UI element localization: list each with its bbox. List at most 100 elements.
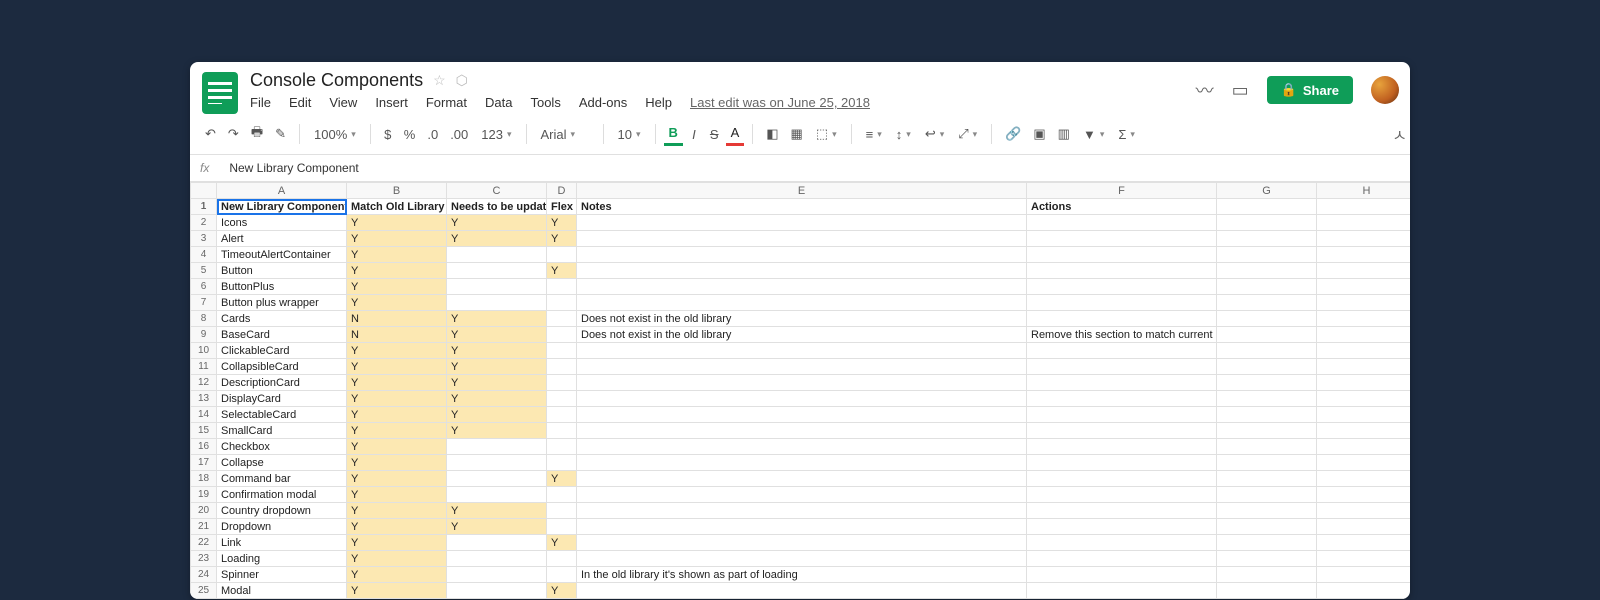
fill-color-icon[interactable]: ◧ <box>761 123 783 145</box>
menu-tools[interactable]: Tools <box>530 95 560 110</box>
cell[interactable] <box>1027 247 1217 263</box>
cell[interactable]: Y <box>447 391 547 407</box>
cell[interactable]: N <box>347 311 447 327</box>
cell[interactable] <box>1217 407 1317 423</box>
cell[interactable]: DisplayCard <box>217 391 347 407</box>
cell[interactable]: Checkbox <box>217 439 347 455</box>
cell[interactable]: ButtonPlus <box>217 279 347 295</box>
table-row[interactable]: 23LoadingY <box>191 551 1411 567</box>
cell[interactable] <box>547 503 577 519</box>
cell[interactable] <box>1217 263 1317 279</box>
cell[interactable]: Y <box>347 279 447 295</box>
table-row[interactable]: 16CheckboxY <box>191 439 1411 455</box>
cell[interactable]: Y <box>347 439 447 455</box>
cell[interactable] <box>1217 567 1317 583</box>
cell[interactable] <box>1217 359 1317 375</box>
cell[interactable] <box>447 535 547 551</box>
cell[interactable] <box>547 423 577 439</box>
percent-icon[interactable]: % <box>399 124 421 145</box>
cell[interactable] <box>577 343 1027 359</box>
cell[interactable]: Y <box>447 407 547 423</box>
cell[interactable] <box>1317 311 1411 327</box>
col-header[interactable]: C <box>447 183 547 199</box>
cell[interactable] <box>547 391 577 407</box>
menu-insert[interactable]: Insert <box>375 95 408 110</box>
cell[interactable] <box>1217 455 1317 471</box>
strike-button[interactable]: S <box>705 124 724 145</box>
cell[interactable] <box>1317 215 1411 231</box>
cell[interactable] <box>1217 487 1317 503</box>
cell[interactable] <box>577 551 1027 567</box>
menu-addons[interactable]: Add-ons <box>579 95 627 110</box>
cell[interactable] <box>577 455 1027 471</box>
cell[interactable]: In the old library it's shown as part of… <box>577 567 1027 583</box>
cell[interactable] <box>1317 551 1411 567</box>
cell[interactable]: Y <box>347 535 447 551</box>
cell[interactable]: Y <box>347 455 447 471</box>
menu-file[interactable]: File <box>250 95 271 110</box>
cell[interactable] <box>1027 423 1217 439</box>
cell[interactable] <box>1217 231 1317 247</box>
cell[interactable]: Link <box>217 535 347 551</box>
font-size-select[interactable]: 10 <box>612 124 647 145</box>
cell[interactable] <box>1217 247 1317 263</box>
cell[interactable] <box>447 471 547 487</box>
cell[interactable] <box>447 455 547 471</box>
cell[interactable] <box>577 295 1027 311</box>
menu-edit[interactable]: Edit <box>289 95 311 110</box>
cell[interactable] <box>1217 583 1317 599</box>
table-row[interactable]: 14 SelectableCardYY <box>191 407 1411 423</box>
cell[interactable] <box>1027 311 1217 327</box>
table-row[interactable]: 10 ClickableCardYY <box>191 343 1411 359</box>
cell[interactable]: Y <box>347 583 447 599</box>
col-header[interactable]: B <box>347 183 447 199</box>
dec-increase-icon[interactable]: .00 <box>445 124 473 145</box>
table-row[interactable]: 6 ButtonPlusY <box>191 279 1411 295</box>
cell[interactable] <box>547 343 577 359</box>
table-row[interactable]: 2IconsYYY <box>191 215 1411 231</box>
cell[interactable] <box>547 551 577 567</box>
cell[interactable]: Y <box>347 407 447 423</box>
row-header[interactable]: 8 <box>191 311 217 327</box>
cell[interactable]: Y <box>447 231 547 247</box>
cell[interactable]: Match Old Library <box>347 199 447 215</box>
cell[interactable] <box>577 535 1027 551</box>
table-row[interactable]: 4 TimeoutAlertContainerY <box>191 247 1411 263</box>
cell[interactable]: Y <box>447 311 547 327</box>
cell[interactable] <box>1317 535 1411 551</box>
dec-decrease-icon[interactable]: .0 <box>422 124 443 145</box>
cell[interactable]: Y <box>347 343 447 359</box>
cell[interactable]: Confirmation modal <box>217 487 347 503</box>
cell[interactable] <box>1317 327 1411 343</box>
cell[interactable]: Y <box>347 215 447 231</box>
cell[interactable]: SmallCard <box>217 423 347 439</box>
cell[interactable] <box>577 247 1027 263</box>
table-row[interactable]: 15 SmallCardYY <box>191 423 1411 439</box>
cell[interactable]: Y <box>447 503 547 519</box>
cell[interactable] <box>547 247 577 263</box>
cell[interactable] <box>1217 503 1317 519</box>
cell[interactable]: Y <box>347 471 447 487</box>
cell[interactable]: Modal <box>217 583 347 599</box>
cell[interactable]: Command bar <box>217 471 347 487</box>
cell[interactable] <box>1027 375 1217 391</box>
row-header[interactable]: 14 <box>191 407 217 423</box>
more-formats[interactable]: 123 <box>475 124 517 145</box>
row-header[interactable]: 21 <box>191 519 217 535</box>
v-align-icon[interactable]: ↕ <box>890 124 917 145</box>
row-header[interactable]: 22 <box>191 535 217 551</box>
share-button[interactable]: 🔒 Share <box>1267 76 1353 104</box>
cell[interactable] <box>1317 295 1411 311</box>
wrap-icon[interactable]: ↩ <box>919 123 950 145</box>
cell[interactable] <box>1027 263 1217 279</box>
row-header[interactable]: 24 <box>191 567 217 583</box>
cell[interactable] <box>1027 551 1217 567</box>
cell[interactable] <box>447 583 547 599</box>
cell[interactable]: Remove this section to match current lib… <box>1027 327 1217 343</box>
cell[interactable] <box>1027 279 1217 295</box>
col-header[interactable]: E <box>577 183 1027 199</box>
cell[interactable]: TimeoutAlertContainer <box>217 247 347 263</box>
cell[interactable] <box>547 455 577 471</box>
cell[interactable] <box>1317 407 1411 423</box>
cell[interactable] <box>547 359 577 375</box>
